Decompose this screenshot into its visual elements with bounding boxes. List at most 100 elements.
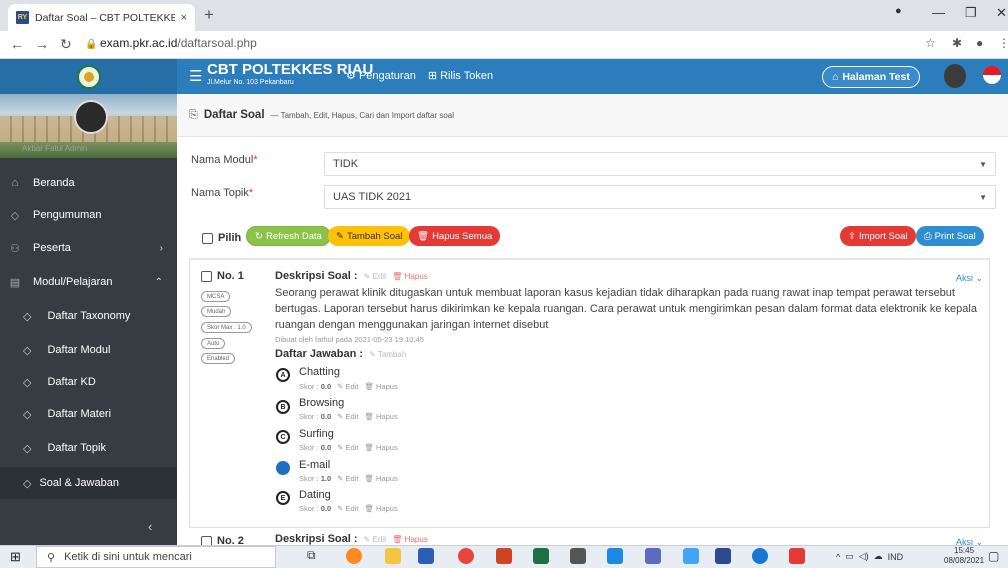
edit-answer-link[interactable]: ✎ Edit bbox=[337, 474, 358, 483]
windows-start-icon[interactable]: ⊞ bbox=[10, 549, 21, 565]
firefox-icon[interactable] bbox=[346, 548, 362, 564]
user-avatar[interactable] bbox=[944, 64, 966, 88]
question-checkbox[interactable] bbox=[201, 270, 212, 282]
browser-menu-icon[interactable]: ⋮ bbox=[998, 36, 1008, 50]
header-menu: ⚙ Pengaturan ⊞ Rilis Token bbox=[346, 69, 493, 82]
delete-answer-link[interactable]: 🗑 Hapus bbox=[364, 504, 397, 513]
users-icon: ⚇ bbox=[10, 242, 20, 255]
sidebar-sub-label: Soal & Jawaban bbox=[39, 477, 119, 489]
menu-pengaturan[interactable]: ⚙ Pengaturan bbox=[346, 69, 416, 82]
edit-link[interactable]: ✎ Edit bbox=[364, 272, 387, 281]
volume-icon[interactable]: ◁) bbox=[859, 551, 869, 562]
hapus-link[interactable]: 🗑 Hapus bbox=[392, 535, 428, 544]
extensions-icon[interactable]: ✱ bbox=[952, 36, 962, 50]
language-indicator[interactable]: IND bbox=[888, 552, 904, 562]
sidebar-sub-daftar-kd[interactable]: ◇ Daftar KD bbox=[0, 366, 177, 398]
file-explorer-icon[interactable] bbox=[385, 548, 401, 564]
sidebar-sub-daftar-materi[interactable]: ◇ Daftar Materi bbox=[0, 398, 177, 430]
reload-icon[interactable]: ↻ bbox=[60, 36, 72, 53]
profile-dot-icon[interactable]: ● bbox=[895, 5, 902, 17]
minimize-icon[interactable]: — bbox=[932, 5, 945, 20]
edit-label: Edit bbox=[345, 504, 359, 513]
close-window-icon[interactable]: ✕ bbox=[996, 5, 1007, 21]
select-all[interactable]: Pilih bbox=[202, 232, 241, 244]
network-icon[interactable]: ▭ bbox=[845, 551, 854, 562]
topik-select[interactable]: UAS TIDK 2021 ▼ bbox=[324, 185, 996, 209]
sidebar-sub-daftar-topik[interactable]: ◇ Daftar Topik bbox=[0, 432, 177, 464]
delete-answer-link[interactable]: 🗑 Hapus bbox=[364, 443, 397, 452]
tambah-soal-button[interactable]: ✎ Tambah Soal bbox=[328, 226, 411, 246]
menu-rilis-token[interactable]: ⊞ Rilis Token bbox=[428, 69, 493, 82]
app-icon[interactable] bbox=[683, 548, 699, 564]
hapus-label: Hapus bbox=[376, 504, 398, 513]
account-icon[interactable]: ● bbox=[976, 36, 983, 50]
star-icon[interactable]: ☆ bbox=[925, 36, 936, 50]
aksi-dropdown[interactable]: Aksi ⌄ bbox=[956, 273, 983, 284]
sidebar-item-pengumuman[interactable]: ◇ Pengumuman bbox=[0, 199, 177, 231]
chrome-icon[interactable] bbox=[458, 548, 474, 564]
halaman-test-button[interactable]: ⌂ Halaman Test bbox=[822, 66, 920, 88]
edit-answer-link[interactable]: ✎ Edit bbox=[337, 443, 358, 452]
cloud-icon[interactable]: ☁ bbox=[874, 551, 883, 562]
word-icon[interactable] bbox=[418, 548, 434, 564]
hamburger-icon[interactable]: ☰ bbox=[189, 67, 202, 85]
edit-answer-link[interactable]: ✎ Edit bbox=[337, 382, 358, 391]
app-icon[interactable] bbox=[645, 548, 661, 564]
hapus-semua-button[interactable]: 🗑 Hapus Semua bbox=[409, 226, 501, 246]
back-icon[interactable]: ← bbox=[10, 36, 24, 52]
hapus-label: Hapus bbox=[376, 474, 398, 483]
sidebar-item-beranda[interactable]: ⌂ Beranda bbox=[0, 167, 177, 199]
profile-photo[interactable] bbox=[74, 100, 108, 134]
edit-link[interactable]: ✎ Edit bbox=[364, 535, 387, 544]
sidebar-sub-daftar-modul[interactable]: ◇ Daftar Modul bbox=[0, 334, 177, 366]
hapus-link[interactable]: 🗑 Hapus bbox=[392, 272, 428, 281]
modul-select[interactable]: TIDK ▼ bbox=[324, 152, 996, 176]
pdf-icon[interactable] bbox=[789, 548, 805, 564]
delete-answer-link[interactable]: 🗑 Hapus bbox=[364, 382, 397, 391]
topik-label: Nama Topik* bbox=[191, 187, 253, 199]
new-tab-button[interactable]: + bbox=[204, 5, 214, 25]
powerpoint-icon[interactable] bbox=[496, 548, 512, 564]
select-all-label: Pilih bbox=[218, 232, 242, 244]
modul-label: Nama Modul* bbox=[191, 154, 258, 166]
refresh-data-button[interactable]: ↻ Refresh Data bbox=[246, 226, 331, 246]
print-soal-button[interactable]: ⎙ Print Soal bbox=[916, 226, 984, 246]
app-icon[interactable] bbox=[607, 548, 623, 564]
add-answer-link[interactable]: ✎ Tambah bbox=[369, 350, 406, 359]
answers-header: Daftar Jawaban : ✎ Tambah bbox=[275, 348, 406, 360]
modul-label-text: Nama Modul bbox=[191, 154, 254, 166]
hapus-label: Hapus bbox=[376, 412, 398, 421]
select-all-checkbox[interactable] bbox=[202, 232, 213, 244]
tab-close-icon[interactable]: × bbox=[181, 12, 187, 24]
chevron-up-icon[interactable]: ^ bbox=[836, 552, 840, 562]
forward-icon[interactable]: → bbox=[35, 36, 49, 52]
browser-tab[interactable]: RY Daftar Soal – CBT POLTEKKES RIA × bbox=[8, 4, 195, 31]
chrome-alt-icon[interactable] bbox=[752, 548, 768, 564]
sidebar-collapse-icon[interactable]: ‹ bbox=[148, 519, 152, 534]
sidebar-sub-daftar-taxonomy[interactable]: ◇ Daftar Taxonomy bbox=[0, 300, 177, 332]
delete-answer-link[interactable]: 🗑 Hapus bbox=[364, 412, 397, 421]
notification-icon[interactable]: ▢ bbox=[988, 549, 999, 563]
question-1-select[interactable]: No. 1 bbox=[201, 270, 244, 282]
sidebar-item-modul-pelajaran[interactable]: ▤ Modul/Pelajaran ⌃ bbox=[0, 266, 177, 298]
answer-text: Surfing bbox=[299, 428, 334, 440]
sidebar-item-peserta[interactable]: ⚇ Peserta › bbox=[0, 232, 177, 264]
answer-score: 0.0 bbox=[320, 382, 332, 391]
clock[interactable]: 15:45 08/08/2021 bbox=[944, 546, 984, 566]
taskbar-search[interactable]: ⚲ Ketik di sini untuk mencari bbox=[36, 546, 276, 568]
edit-answer-link[interactable]: ✎ Edit bbox=[337, 504, 358, 513]
question-text: Seorang perawat klinik ditugaskan untuk … bbox=[275, 287, 977, 331]
delete-answer-link[interactable]: 🗑 Hapus bbox=[364, 474, 397, 483]
import-soal-button[interactable]: ⇧ Import Soal bbox=[840, 226, 916, 246]
answer-meta: Skor : 0.0 ✎ Edit 🗑 Hapus bbox=[299, 443, 398, 452]
answers-label: Daftar Jawaban : bbox=[275, 348, 364, 360]
restore-icon[interactable]: ❐ bbox=[965, 5, 977, 21]
url-field[interactable]: exam.pkr.ac.id/daftarsoal.php bbox=[100, 36, 257, 50]
language-flag-icon[interactable] bbox=[983, 66, 1001, 84]
excel-icon[interactable] bbox=[533, 548, 549, 564]
terminal-icon[interactable] bbox=[570, 548, 586, 564]
edit-answer-link[interactable]: ✎ Edit bbox=[337, 412, 358, 421]
cbt-app-icon[interactable] bbox=[715, 548, 731, 564]
sidebar-sub-soal-jawaban[interactable]: ◇ Soal & Jawaban bbox=[0, 467, 177, 499]
task-view-icon[interactable]: ⧉ bbox=[307, 548, 323, 564]
